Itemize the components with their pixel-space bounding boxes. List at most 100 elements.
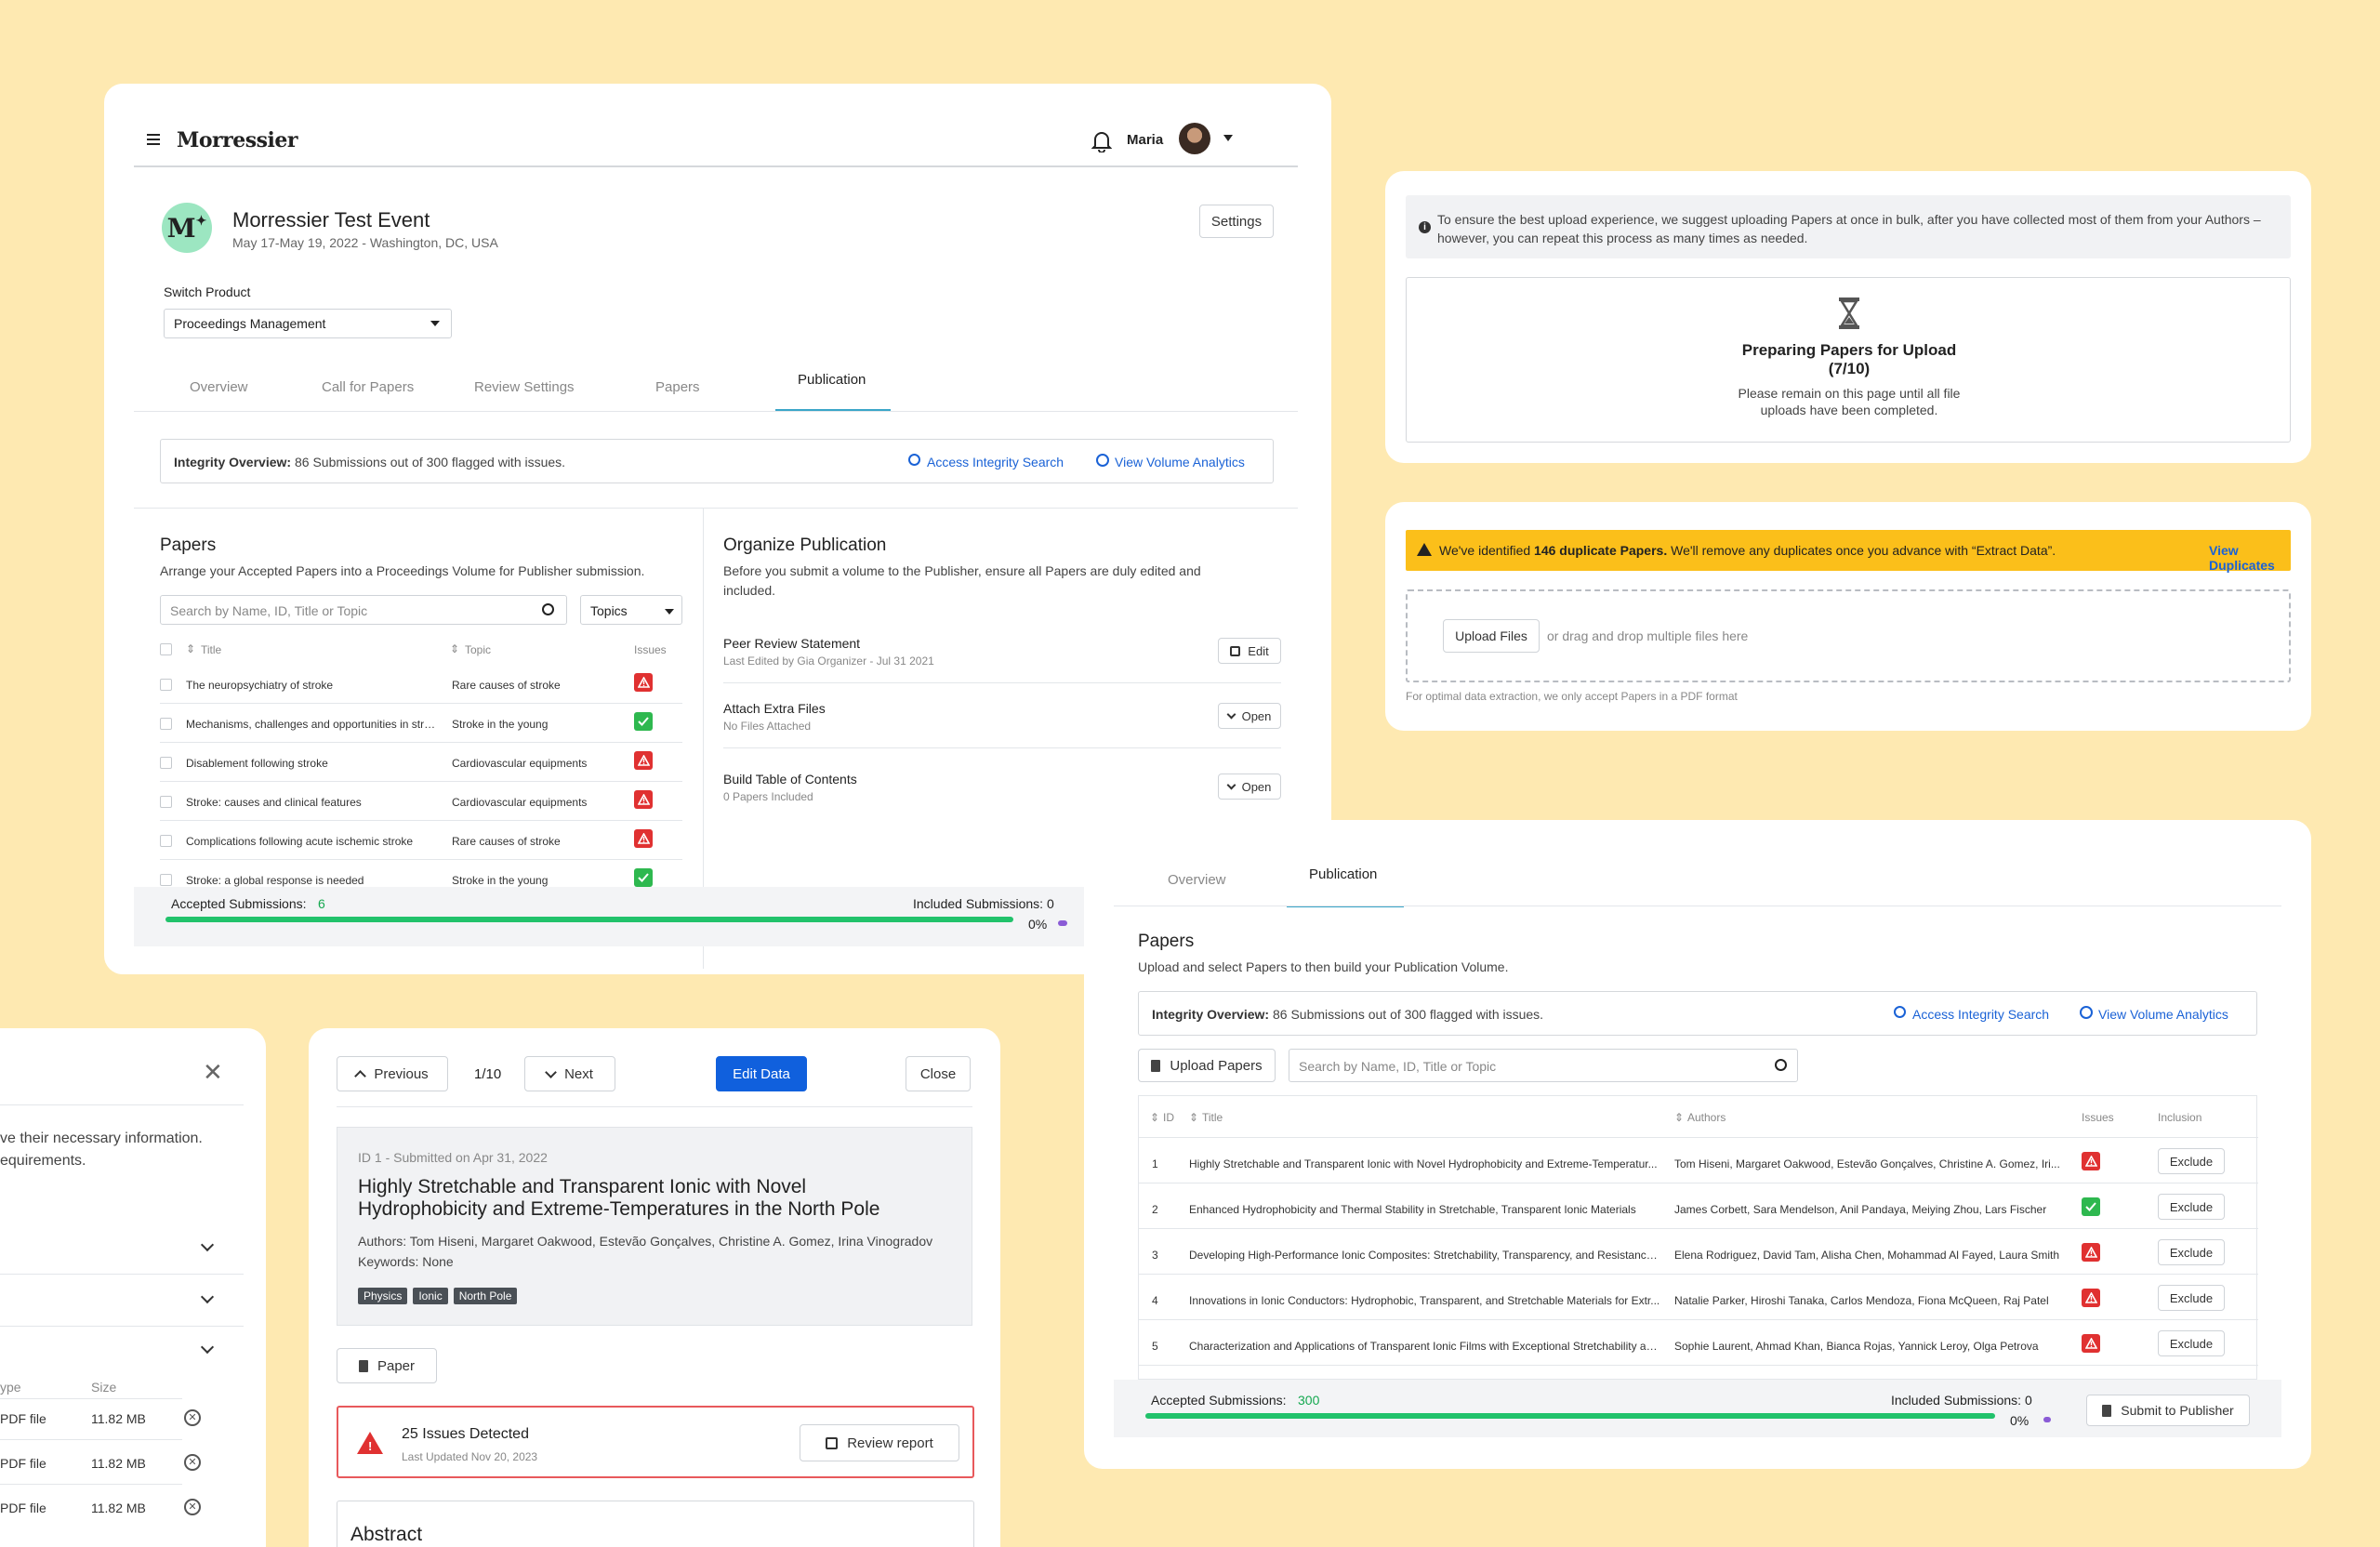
edit-data-button[interactable]: Edit Data [716,1056,807,1091]
pub-row-id: 2 [1152,1203,1158,1216]
sort-icon[interactable]: ⇕ [1150,1111,1159,1124]
exclude-button[interactable]: Exclude [2158,1194,2225,1220]
paper-file-button[interactable]: Paper [337,1348,437,1383]
row-checkbox[interactable] [160,757,172,769]
warning-icon[interactable] [2082,1243,2100,1262]
view-duplicates-link[interactable]: View Duplicates [2209,543,2291,573]
upload-papers-button[interactable]: Upload Papers [1138,1049,1276,1082]
row-divider [1139,1319,2258,1320]
avatar[interactable] [1179,123,1210,154]
sort-icon[interactable]: ⇕ [186,642,195,655]
row-checkbox[interactable] [160,796,172,808]
upload-files-button[interactable]: Upload Files [1443,619,1540,653]
remove-file-icon[interactable]: ✕ [184,1454,201,1471]
settings-button[interactable]: Settings [1199,205,1274,238]
open-button[interactable]: Open [1218,703,1281,729]
tab-publication[interactable]: Publication [1309,866,1377,882]
col-topic-header[interactable]: Topic [465,643,491,656]
chevron-down-icon[interactable] [200,1340,215,1355]
row-title[interactable]: Stroke: causes and clinical features [186,796,439,809]
user-name[interactable]: Maria [1127,132,1163,148]
exclude-button[interactable]: Exclude [2158,1148,2225,1174]
switch-product-select[interactable]: Proceedings Management [164,309,452,338]
warning-icon[interactable] [634,673,653,692]
check-icon[interactable] [634,712,653,731]
tab-review-settings[interactable]: Review Settings [474,379,575,395]
chevron-down-icon[interactable] [200,1237,215,1252]
row-checkbox[interactable] [160,718,172,730]
view-analytics-link[interactable]: View Volume Analytics [2098,1007,2228,1022]
event-logo: M ✦ [162,203,212,253]
close-button[interactable]: Close [906,1056,971,1091]
sort-icon[interactable]: ⇕ [1189,1111,1198,1124]
row-checkbox[interactable] [160,679,172,691]
row-title[interactable]: Disablement following stroke [186,757,439,770]
pdf-hint: For optimal data extraction, we only acc… [1406,690,1738,703]
sort-icon[interactable]: ⇕ [1674,1111,1684,1124]
tab-publication[interactable]: Publication [798,372,866,388]
pub-row-id: 1 [1152,1157,1158,1170]
warning-icon[interactable] [634,790,653,809]
exclude-button[interactable]: Exclude [2158,1239,2225,1265]
pub-row-title[interactable]: Developing High-Performance Ionic Compos… [1189,1249,1661,1262]
view-analytics-link[interactable]: View Volume Analytics [1115,455,1245,469]
pub-search-input[interactable]: Search by Name, ID, Title or Topic [1289,1049,1798,1082]
search-icon[interactable] [1775,1059,1787,1071]
row-title[interactable]: Stroke: a global response is needed [186,874,439,887]
access-integrity-link[interactable]: Access Integrity Search [1912,1007,2049,1022]
chevron-down-icon[interactable] [200,1289,215,1304]
row-title[interactable]: Complications following acute ischemic s… [186,835,439,848]
upload-info-text: To ensure the best upload experience, we… [1437,212,2261,245]
menu-icon[interactable] [147,134,160,145]
tab-overview[interactable]: Overview [190,379,248,395]
warning-icon[interactable] [634,829,653,848]
papers-search-input[interactable]: Search by Name, ID, Title or Topic [160,595,567,625]
topics-select[interactable]: Topics [580,595,682,625]
access-integrity-link[interactable]: Access Integrity Search [927,455,1064,469]
edit-button[interactable]: Edit [1218,638,1281,664]
chevron-down-icon [545,1065,557,1078]
warning-icon [1417,543,1432,556]
analytics-icon [1096,454,1109,467]
duplicates-warning-text: We've identified 146 duplicate Papers. W… [1439,543,2056,558]
check-icon[interactable] [634,868,653,887]
exclude-button[interactable]: Exclude [2158,1285,2225,1311]
bell-icon[interactable] [1091,130,1113,153]
row-checkbox[interactable] [160,835,172,847]
check-icon[interactable] [2082,1197,2100,1216]
col-authors-header[interactable]: Authors [1687,1111,1726,1124]
remove-file-icon[interactable]: ✕ [184,1409,201,1426]
pub-row-title[interactable]: Innovations in Ionic Conductors: Hydroph… [1189,1294,1661,1307]
tab-papers[interactable]: Papers [655,379,700,395]
col-title-header[interactable]: Title [1202,1111,1223,1124]
tab-overview[interactable]: Overview [1168,872,1226,888]
tab-call-for-papers[interactable]: Call for Papers [322,379,414,395]
file-dropzone[interactable]: Upload Files or drag and drop multiple f… [1406,589,2291,682]
brand-logo[interactable]: Morressier [177,128,298,152]
row-checkbox[interactable] [160,874,172,886]
search-icon[interactable] [542,603,554,615]
row-title[interactable]: Mechanisms, challenges and opportunities… [186,718,439,731]
col-id-header[interactable]: ID [1163,1111,1174,1124]
pub-row-title[interactable]: Highly Stretchable and Transparent Ionic… [1189,1157,1661,1170]
warning-icon[interactable] [634,751,653,770]
pub-row-title[interactable]: Characterization and Applications of Tra… [1189,1340,1661,1353]
warning-icon[interactable] [2082,1289,2100,1307]
open-button[interactable]: Open [1218,774,1281,800]
warning-icon[interactable] [2082,1334,2100,1353]
remove-file-icon[interactable]: ✕ [184,1499,201,1515]
pub-row-id: 4 [1152,1294,1158,1307]
review-report-button[interactable]: Review report [800,1424,959,1461]
chevron-down-icon[interactable] [1223,135,1233,141]
close-icon[interactable]: ✕ [203,1058,223,1087]
warning-icon[interactable] [2082,1152,2100,1170]
exclude-button[interactable]: Exclude [2158,1330,2225,1356]
select-all-checkbox[interactable] [160,643,172,655]
col-title-header[interactable]: Title [201,643,221,656]
next-button[interactable]: Next [524,1056,615,1091]
submit-to-publisher-button[interactable]: Submit to Publisher [2086,1395,2250,1426]
row-title[interactable]: The neuropsychiatry of stroke [186,679,439,692]
previous-button[interactable]: Previous [337,1056,448,1091]
pub-row-title[interactable]: Enhanced Hydrophobicity and Thermal Stab… [1189,1203,1661,1216]
sort-icon[interactable]: ⇕ [450,642,459,655]
